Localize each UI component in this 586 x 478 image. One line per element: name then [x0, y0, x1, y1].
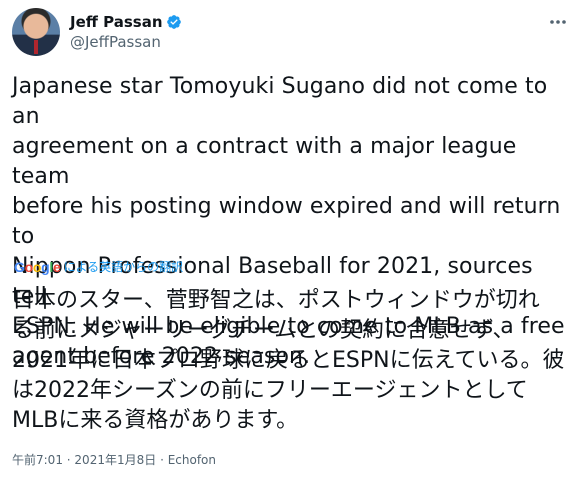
tweet-header: Jeff Passan @JeffPassan [12, 8, 182, 56]
avatar[interactable] [12, 8, 60, 56]
meta-separator: · [160, 453, 168, 467]
name-row: Jeff Passan [70, 12, 182, 32]
tweet-meta: 午前7:01 · 2021年1月8日 · Echofon [12, 452, 216, 468]
google-logo: Google [14, 259, 61, 275]
tweet-source[interactable]: Echofon [168, 453, 216, 467]
translate-attribution[interactable]: Google による英語からの翻訳 [14, 259, 183, 275]
tweet-date[interactable]: 2021年1月8日 [74, 453, 156, 467]
author-handle[interactable]: @JeffPassan [70, 32, 182, 52]
translate-label[interactable]: による英語からの翻訳 [63, 259, 183, 275]
more-options-icon[interactable] [548, 12, 568, 32]
verified-badge-icon [166, 15, 181, 29]
author-names: Jeff Passan @JeffPassan [70, 12, 182, 52]
tweet-time[interactable]: 午前7:01 [12, 453, 63, 467]
translated-text: 日本のスター、菅野智之は、ポストウィンドウが切れ る前にメジャーリーグチームとの… [12, 288, 565, 433]
display-name[interactable]: Jeff Passan [70, 12, 163, 32]
